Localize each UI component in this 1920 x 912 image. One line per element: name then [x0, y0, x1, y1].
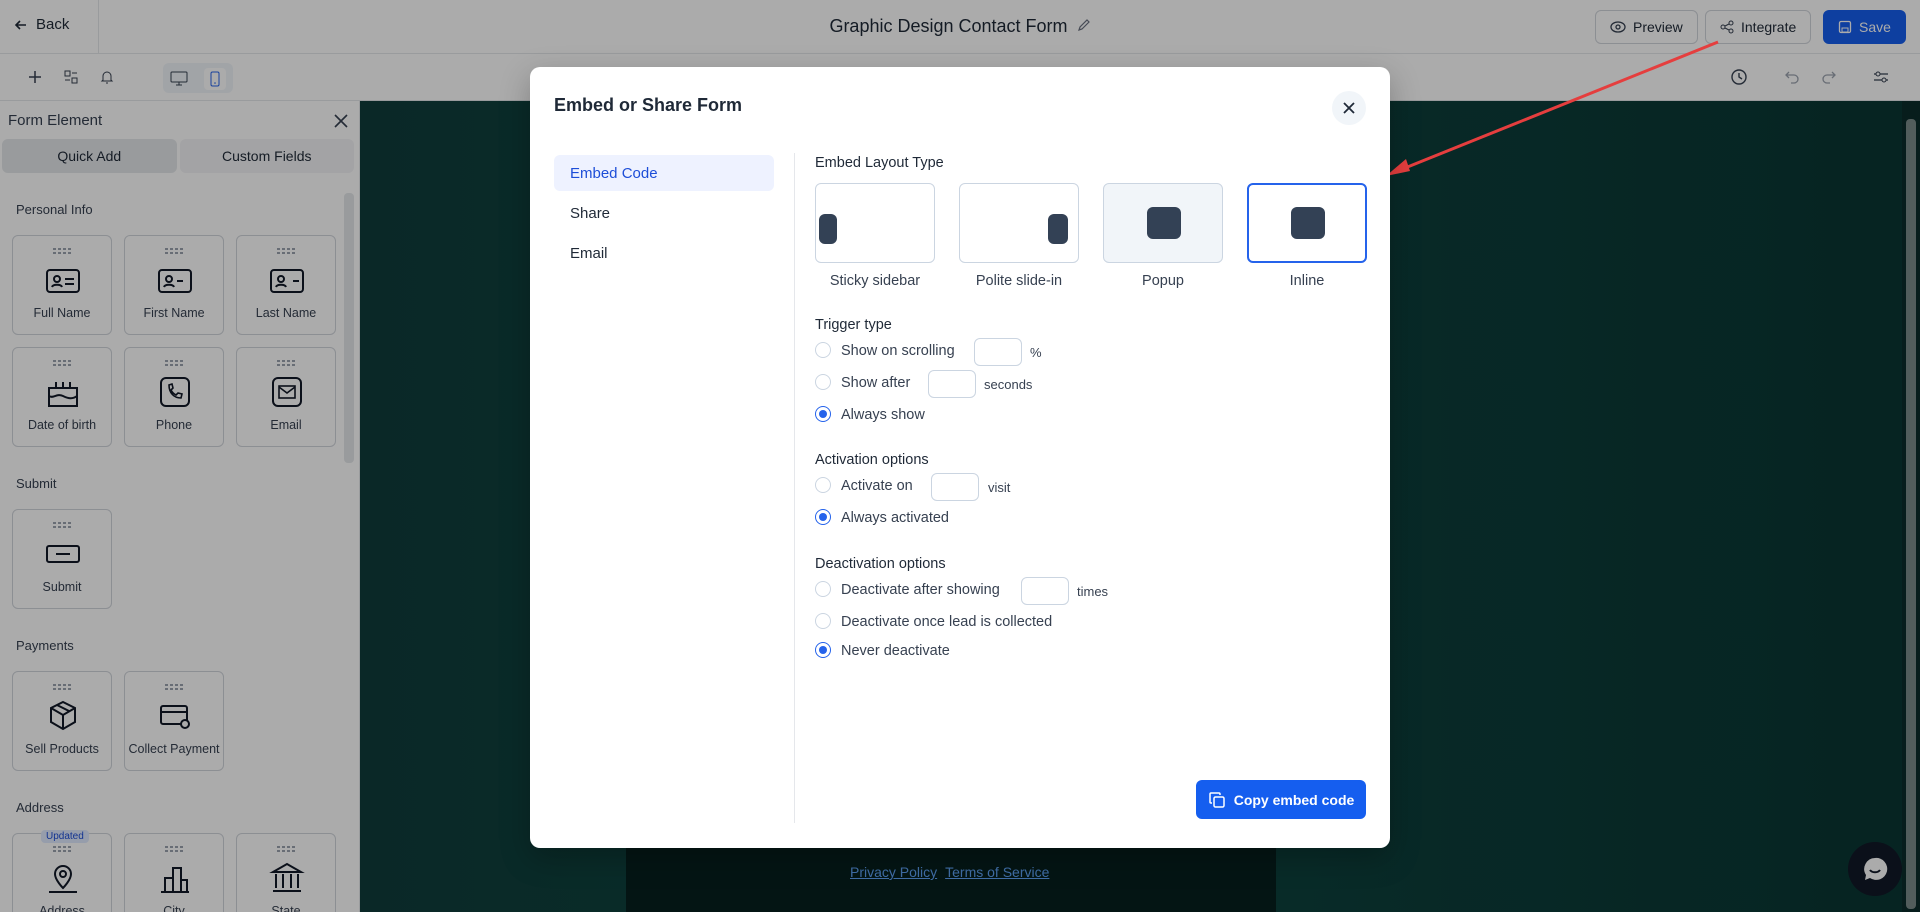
option-label: Activate on	[841, 478, 913, 494]
deactivation-heading: Deactivation options	[815, 556, 946, 572]
radio-show-after[interactable]	[815, 374, 831, 390]
modal-divider	[794, 153, 795, 823]
embed-share-modal: Embed or Share Form Embed Code Share Ema…	[530, 67, 1390, 848]
layout-label-inline: Inline	[1289, 273, 1325, 289]
copy-label: Copy embed code	[1233, 791, 1355, 808]
radio-never-deactivate[interactable]	[815, 642, 831, 658]
visit-count-input[interactable]	[931, 473, 979, 501]
option-label: Show on scrolling	[841, 343, 955, 359]
option-label: Always activated	[841, 510, 949, 526]
radio-always-show[interactable]	[815, 406, 831, 422]
copy-icon	[1208, 791, 1225, 808]
layout-inline[interactable]	[1247, 183, 1367, 263]
layout-sticky-sidebar[interactable]	[815, 183, 935, 263]
times-input[interactable]	[1021, 577, 1069, 605]
trigger-heading: Trigger type	[815, 317, 892, 333]
layout-popup[interactable]	[1103, 183, 1223, 263]
layout-label-popup: Popup	[1142, 273, 1184, 289]
suffix-label: seconds	[984, 377, 1033, 392]
option-label: Show after	[841, 375, 911, 391]
option-label: Never deactivate	[841, 643, 950, 659]
modal-nav: Embed Code Share Email	[554, 155, 774, 275]
nav-share[interactable]: Share	[554, 195, 774, 231]
layout-label-sticky: Sticky sidebar	[829, 273, 921, 289]
seconds-input[interactable]	[928, 370, 976, 398]
modal-close-button[interactable]	[1332, 91, 1366, 125]
option-label: Deactivate once lead is collected	[841, 614, 1053, 630]
radio-activate-on[interactable]	[815, 477, 831, 493]
radio-show-on-scrolling[interactable]	[815, 342, 831, 358]
modal-title: Embed or Share Form	[554, 95, 743, 115]
option-label: Always show	[841, 407, 925, 423]
suffix-label: times	[1077, 584, 1109, 599]
layout-polite-slide-in[interactable]	[959, 183, 1079, 263]
scroll-percent-input[interactable]	[974, 338, 1022, 366]
radio-deactivate-once-lead[interactable]	[815, 613, 831, 629]
nav-email[interactable]: Email	[554, 235, 774, 271]
layout-heading: Embed Layout Type	[815, 155, 944, 171]
suffix-label: %	[1030, 345, 1042, 360]
suffix-label: visit	[988, 480, 1011, 495]
nav-embed-code[interactable]: Embed Code	[554, 155, 774, 191]
copy-embed-code-button[interactable]: Copy embed code	[1196, 780, 1366, 819]
option-label: Deactivate after showing	[841, 582, 1000, 598]
activation-heading: Activation options	[815, 452, 929, 468]
close-icon	[1343, 102, 1355, 114]
layout-label-polite: Polite slide-in	[975, 273, 1063, 289]
radio-always-activated[interactable]	[815, 509, 831, 525]
radio-deactivate-after-showing[interactable]	[815, 581, 831, 597]
